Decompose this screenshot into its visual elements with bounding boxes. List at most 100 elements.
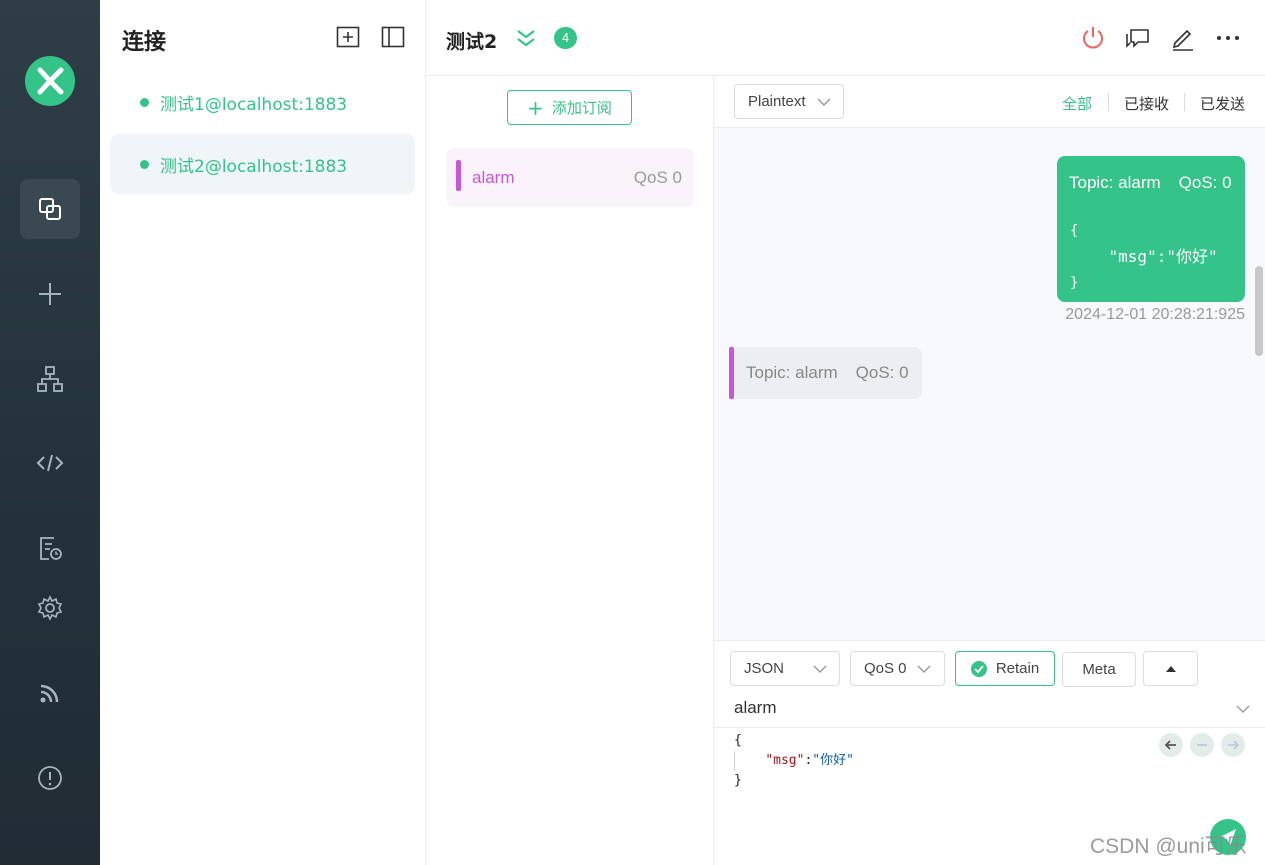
arrow-left-icon <box>1164 740 1176 750</box>
message-scrollbar[interactable] <box>1255 266 1263 356</box>
message-qos: QoS: 0 <box>1178 173 1232 192</box>
connection-item[interactable]: 测试1@localhost:1883 <box>110 72 415 132</box>
add-subscription-label: 添加订阅 <box>551 99 612 117</box>
message-list-area: Plaintext 全部 已接收 已发送 Topic: alarm QoS: 0 … <box>714 76 1265 640</box>
toggle-sidebar-icon[interactable] <box>381 26 405 48</box>
tab-all[interactable]: 全部 <box>1062 93 1092 114</box>
connections-title: 连接 <box>122 30 167 55</box>
connected-status-dot <box>140 97 149 107</box>
left-nav <box>0 0 100 865</box>
tab-divider <box>1184 93 1185 111</box>
connections-icon <box>39 198 61 220</box>
editor-close-brace: } <box>734 773 742 788</box>
publish-qos-value: QoS 0 <box>864 660 907 677</box>
publish-format-select[interactable]: JSON <box>730 651 840 686</box>
connection-label: 测试2@localhost:1883 <box>160 156 348 177</box>
topic-color-bar <box>729 347 734 399</box>
publish-topic-input[interactable]: alarm <box>734 698 777 718</box>
connected-status-dot <box>140 159 149 169</box>
payload-open-brace: { <box>1070 223 1079 239</box>
collapse-composer-button[interactable] <box>1143 651 1198 686</box>
tab-received[interactable]: 已接收 <box>1124 93 1169 114</box>
new-folder-icon[interactable] <box>336 26 360 48</box>
mqttx-app: 连接 测试1@localhost:1883 测试2@localhost:1883… <box>0 0 1265 865</box>
message-topic: Topic: alarm <box>746 363 838 382</box>
watermark-text: CSDN @uni可乐 <box>1090 835 1247 858</box>
subscription-qos: QoS 0 <box>633 168 682 187</box>
retain-toggle[interactable]: Retain <box>955 651 1055 686</box>
message-filter-bar: Plaintext 全部 已接收 已发送 <box>714 76 1265 128</box>
nav-new-connection[interactable] <box>20 264 80 324</box>
message-header: Topic: alarm QoS: 0 <box>1069 173 1232 193</box>
nav-settings[interactable] <box>20 578 80 638</box>
topic-history-chevron-icon[interactable] <box>1236 705 1250 713</box>
app-logo <box>25 56 75 106</box>
expand-double-chevron-icon[interactable] <box>515 28 537 48</box>
caret-up-icon <box>1165 665 1176 672</box>
rss-icon <box>40 684 59 703</box>
edit-pencil-icon[interactable] <box>1169 24 1197 52</box>
message-count-badge: 4 <box>554 27 577 49</box>
history-forward-button[interactable] <box>1221 733 1245 757</box>
topology-icon <box>37 366 63 392</box>
subscription-topic: alarm <box>472 168 515 187</box>
gear-icon <box>37 595 63 621</box>
minus-icon <box>1197 744 1207 746</box>
nav-connections[interactable] <box>20 179 80 239</box>
checkmark-icon <box>970 660 987 677</box>
payload-editor[interactable]: { "msg":"你好"} <box>734 731 854 791</box>
payload-format-value: Plaintext <box>748 93 806 110</box>
subscriptions-panel: + 添加订阅 alarm QoS 0 <box>426 76 714 865</box>
editor-value: "你好" <box>812 753 854 768</box>
disconnect-power-icon[interactable] <box>1079 24 1107 52</box>
more-menu-icon[interactable] <box>1214 24 1242 52</box>
publish-composer: JSON QoS 0 Retain Meta alarm {"msg":"你好… <box>714 640 1265 865</box>
divider <box>714 727 1265 728</box>
publish-qos-select[interactable]: QoS 0 <box>850 651 945 686</box>
message-qos: QoS: 0 <box>855 363 909 382</box>
message-timestamp: 2024-12-01 20:28:21:925 <box>1065 306 1245 323</box>
nav-feed[interactable] <box>20 663 80 723</box>
editor-key: "msg" <box>765 753 805 768</box>
history-clear-button[interactable] <box>1190 733 1214 757</box>
chevron-down-icon <box>813 665 827 673</box>
sent-message-bubble[interactable]: Topic: alarm QoS: 0 { "msg":"你好"} <box>1057 156 1245 302</box>
message-header: Topic: alarm QoS: 0 <box>746 363 909 383</box>
connections-panel: 连接 测试1@localhost:1883 测试2@localhost:1883 <box>100 0 426 865</box>
connection-header: 测试2 4 <box>426 0 1265 76</box>
message-topic: Topic: alarm <box>1069 173 1161 192</box>
subscription-item[interactable]: alarm QoS 0 <box>446 148 694 207</box>
logo-icon <box>37 67 64 95</box>
payload-line: "msg":"你好" <box>1070 247 1218 266</box>
editor-open-brace: { <box>734 733 742 748</box>
plus-icon: + <box>527 95 544 120</box>
info-icon <box>38 766 62 790</box>
connection-title: 测试2 <box>446 31 498 53</box>
history-back-button[interactable] <box>1159 733 1183 757</box>
payload-close-brace: } <box>1070 275 1079 291</box>
new-window-chat-icon[interactable] <box>1124 24 1152 52</box>
received-message-bubble[interactable]: Topic: alarm QoS: 0 <box>729 347 922 399</box>
connection-item-active[interactable]: 测试2@localhost:1883 <box>110 134 415 194</box>
code-icon <box>36 454 64 472</box>
tab-sent[interactable]: 已发送 <box>1200 93 1245 114</box>
nav-about[interactable] <box>20 748 80 808</box>
publish-format-value: JSON <box>744 660 785 677</box>
nav-log[interactable] <box>20 518 80 578</box>
chevron-down-icon <box>817 98 831 106</box>
nav-topology[interactable] <box>20 349 80 409</box>
tab-divider <box>1108 93 1109 111</box>
connection-label: 测试1@localhost:1883 <box>160 94 348 115</box>
chevron-down-icon <box>917 665 931 673</box>
retain-label: Retain <box>995 660 1040 677</box>
arrow-right-icon <box>1228 740 1240 750</box>
message-payload: { "msg":"你好"} <box>1070 218 1218 296</box>
add-subscription-button[interactable]: + 添加订阅 <box>507 90 632 125</box>
log-icon <box>40 537 62 560</box>
payload-format-select[interactable]: Plaintext <box>734 84 844 119</box>
meta-button[interactable]: Meta <box>1062 652 1136 687</box>
nav-script[interactable] <box>20 433 80 493</box>
plus-icon <box>39 283 61 305</box>
topic-color-bar <box>456 160 461 191</box>
meta-label: Meta <box>1082 661 1116 678</box>
